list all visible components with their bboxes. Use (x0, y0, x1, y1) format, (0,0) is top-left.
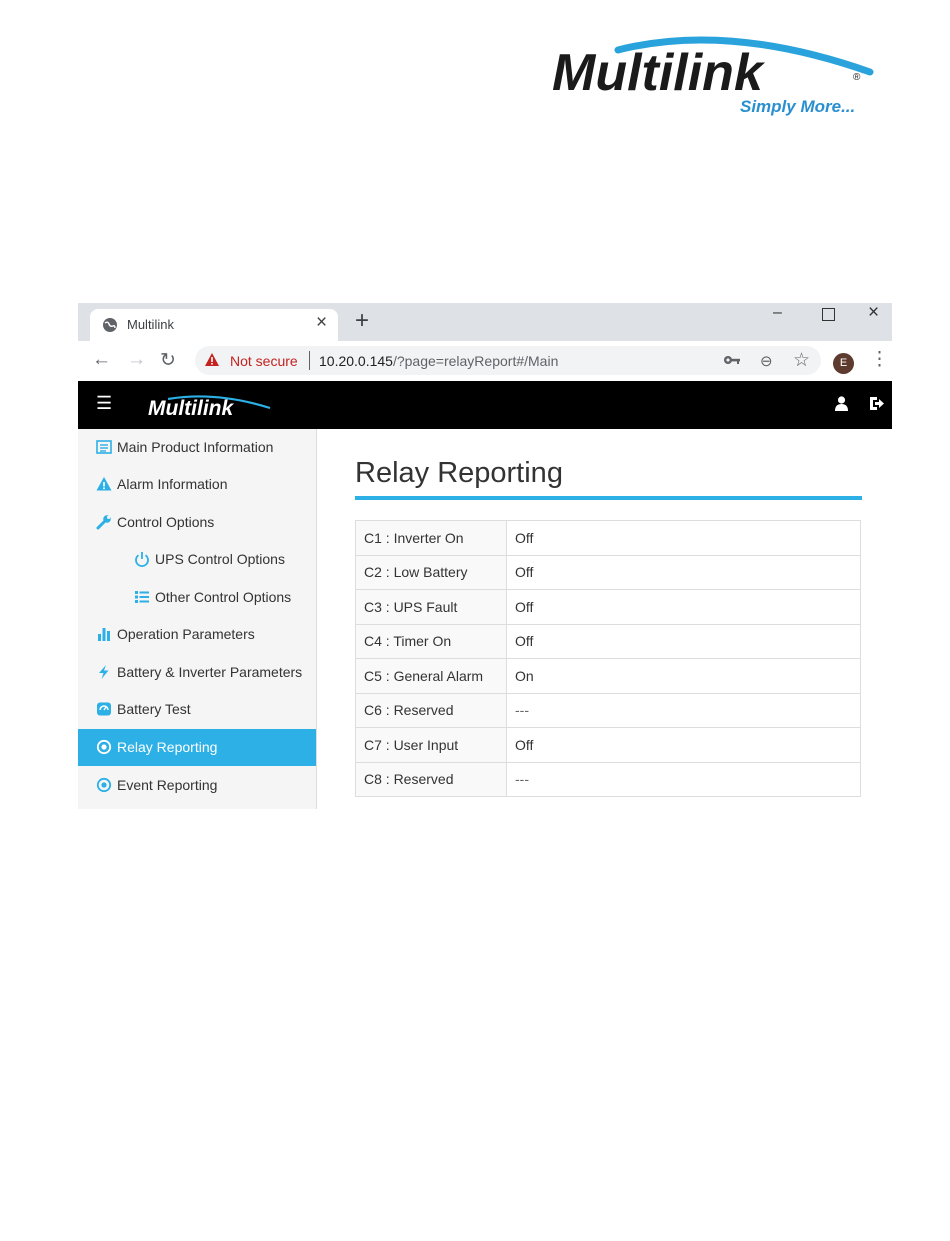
sidebar-item-label: Battery Test (117, 701, 191, 717)
relay-value: --- (506, 761, 861, 797)
relay-value: Off (506, 623, 861, 659)
relay-table: C1 : Inverter On Off C2 : Low Battery Of… (355, 520, 861, 797)
address-bar-row: ← → ↻ Not secure 10.20.0.145/?page=relay… (78, 341, 892, 382)
profile-avatar[interactable]: E (833, 353, 854, 374)
reload-icon[interactable]: ↻ (160, 349, 176, 372)
table-row: C5 : General Alarm On (355, 658, 861, 694)
relay-label: C1 : Inverter On (355, 520, 507, 556)
list-icon (96, 440, 112, 454)
svg-text:®: ® (853, 72, 861, 83)
power-icon (135, 552, 149, 567)
sidebar-item-battery-inverter-parameters[interactable]: Battery & Inverter Parameters (78, 654, 316, 691)
warning-triangle-icon (205, 353, 219, 366)
sidebar-nav: Main Product Information Alarm Informati… (78, 429, 317, 809)
table-row: C3 : UPS Fault Off (355, 589, 861, 625)
table-row: C7 : User Input Off (355, 727, 861, 763)
tab-strip: Multilink × + – × (78, 303, 892, 341)
radio-dot-icon (96, 777, 112, 793)
multilink-brand-logo: Multilink ® Simply More... (548, 28, 878, 120)
table-row: C8 : Reserved --- (355, 761, 861, 797)
gauge-icon (97, 702, 111, 716)
url-path: /?page=relayReport#/Main (392, 353, 559, 369)
sidebar-item-control-options[interactable]: Control Options (78, 504, 316, 541)
relay-label: C4 : Timer On (355, 623, 507, 659)
relay-label: C2 : Low Battery (355, 554, 507, 590)
forward-arrow-icon[interactable]: → (127, 349, 146, 371)
browser-tab[interactable]: Multilink × (90, 309, 338, 341)
sidebar-item-label: Relay Reporting (117, 739, 218, 755)
app-logo: Multilink (148, 395, 271, 419)
app-logo-text: Multilink (148, 397, 234, 419)
sidebar-item-ups-control-options[interactable]: UPS Control Options (78, 541, 316, 578)
sidebar-item-label: Alarm Information (117, 476, 228, 492)
url-omnibox[interactable]: Not secure 10.20.0.145/?page=relayReport… (195, 346, 821, 375)
minimize-icon[interactable]: – (773, 304, 782, 322)
page-title: Relay Reporting (355, 457, 563, 489)
back-arrow-icon[interactable]: ← (92, 349, 111, 371)
bolt-icon (99, 665, 109, 679)
sidebar-item-label: Operation Parameters (117, 626, 255, 642)
table-row: C2 : Low Battery Off (355, 554, 861, 590)
window-close-icon[interactable]: × (868, 303, 879, 324)
relay-value: --- (506, 692, 861, 728)
sidebar-item-relay-reporting[interactable]: Relay Reporting (78, 729, 316, 766)
relay-label: C8 : Reserved (355, 761, 507, 797)
wrench-icon (96, 515, 111, 530)
relay-label: C5 : General Alarm (355, 658, 507, 694)
relay-value: Off (506, 727, 861, 763)
zoom-out-icon[interactable]: ⊖ (760, 352, 773, 370)
relay-value: On (506, 658, 861, 694)
sidebar-item-other-control-options[interactable]: Other Control Options (78, 579, 316, 616)
close-tab-icon[interactable]: × (316, 312, 327, 334)
sidebar-item-label: Battery & Inverter Parameters (117, 664, 303, 680)
maximize-icon[interactable] (822, 308, 835, 321)
radio-dot-icon (96, 739, 112, 755)
relay-label: C7 : User Input (355, 727, 507, 763)
relay-value: Off (506, 554, 861, 590)
warning-icon (96, 477, 112, 491)
title-underline (355, 496, 862, 500)
brand-wordmark: Multilink (552, 44, 766, 102)
key-icon[interactable] (723, 353, 741, 367)
sidebar-item-label: Event Reporting (117, 777, 218, 793)
globe-icon (103, 318, 117, 332)
list-bullets-icon (135, 591, 149, 603)
sidebar-item-label: UPS Control Options (155, 551, 285, 567)
sidebar-item-label: Other Control Options (155, 589, 292, 605)
sidebar-item-battery-test[interactable]: Battery Test (78, 691, 316, 728)
sidebar-item-label: Control Options (117, 514, 215, 530)
brand-tagline: Simply More... (740, 97, 855, 116)
bookmark-star-icon[interactable]: ☆ (793, 349, 810, 372)
relay-label: C3 : UPS Fault (355, 589, 507, 625)
url-text[interactable]: 10.20.0.145/?page=relayReport#/Main (319, 353, 558, 369)
sidebar-item-label: Main Product Information (117, 439, 274, 455)
user-icon[interactable] (834, 396, 849, 411)
table-row: C6 : Reserved --- (355, 692, 861, 728)
tab-title: Multilink (127, 317, 174, 332)
new-tab-icon[interactable]: + (355, 309, 369, 333)
sidebar-item-alarm-information[interactable]: Alarm Information (78, 466, 316, 503)
table-row: C4 : Timer On Off (355, 623, 861, 659)
omnibox-separator (309, 351, 310, 370)
table-row: C1 : Inverter On Off (355, 520, 861, 556)
sidebar-item-main-product-information[interactable]: Main Product Information (78, 429, 316, 466)
hamburger-menu-icon[interactable]: ☰ (96, 393, 112, 414)
more-menu-icon[interactable]: ⋮ (870, 348, 889, 371)
relay-value: Off (506, 520, 861, 556)
bar-chart-icon (98, 628, 110, 641)
not-secure-label[interactable]: Not secure (230, 353, 298, 369)
sidebar-item-event-reporting[interactable]: Event Reporting (78, 767, 316, 804)
logout-icon[interactable] (869, 396, 884, 411)
relay-value: Off (506, 589, 861, 625)
sidebar-item-operation-parameters[interactable]: Operation Parameters (78, 616, 316, 653)
browser-screenshot: Multilink × + – × ← → ↻ Not secure 10.20… (78, 303, 892, 809)
url-host: 10.20.0.145 (319, 353, 393, 369)
relay-label: C6 : Reserved (355, 692, 507, 728)
app-header: ☰ Multilink (78, 381, 892, 429)
